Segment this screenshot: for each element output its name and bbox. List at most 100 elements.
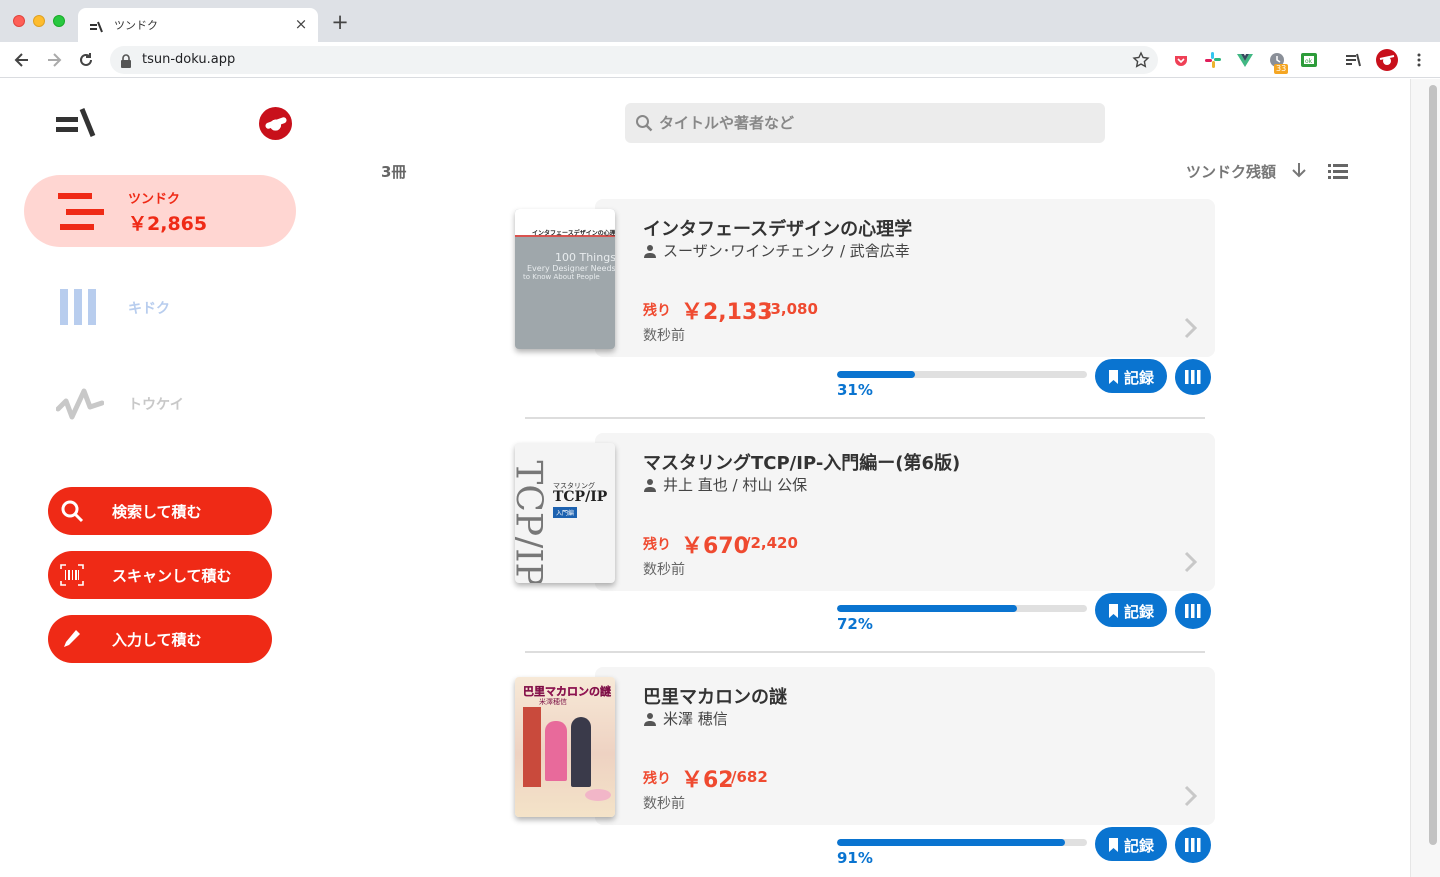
back-arrow-icon[interactable] xyxy=(12,50,32,70)
bookshelf-icon xyxy=(60,289,100,329)
chevron-right-icon[interactable] xyxy=(1183,551,1198,577)
nav-toukei[interactable]: トウケイ xyxy=(24,367,296,439)
browser-tab[interactable]: ツンドク × xyxy=(78,8,318,42)
cover-name: TCP/IP xyxy=(553,489,608,505)
sort-down-arrow-icon[interactable] xyxy=(1290,161,1308,183)
record-button[interactable]: 記録 xyxy=(1095,593,1167,627)
author-names: 井上 直也 / 村山 公保 xyxy=(663,476,808,494)
input-and-add-button[interactable]: 入力して積む xyxy=(48,615,272,663)
bookmark-icon xyxy=(1108,603,1119,622)
cover-sub: 入門編 xyxy=(553,507,578,518)
search-icon xyxy=(635,114,653,136)
book-title: インタフェースデザインの心理学 xyxy=(643,219,913,240)
page-scrollbar[interactable] xyxy=(1410,79,1440,877)
nav-toukei-label: トウケイ xyxy=(128,397,184,413)
browser-menu-icon[interactable] xyxy=(1410,51,1428,69)
nav-tsundoku-amount: ￥2,865 xyxy=(128,213,208,235)
record-button[interactable]: 記録 xyxy=(1095,827,1167,861)
pocket-extension-icon[interactable] xyxy=(1172,51,1190,69)
reading-progress-bar xyxy=(837,839,1087,846)
book-count: 3冊 xyxy=(381,163,407,181)
book-cover[interactable]: 巴里マカロンの謎 米澤穂信 xyxy=(515,677,615,817)
slack-extension-icon[interactable] xyxy=(1204,51,1222,69)
book-title: マスタリングTCP/IP-入門編ー(第6版) xyxy=(643,453,961,474)
reading-progress-bar xyxy=(837,605,1087,612)
cover-title: 巴里マカロンの謎 xyxy=(523,685,611,698)
author-names: スーザン･ワインチェンク / 武舎広幸 xyxy=(663,242,910,260)
book-cover[interactable]: TCP/IP マスタリング TCP/IP 入門編 xyxy=(515,443,615,583)
author-names: 米澤 穂信 xyxy=(663,710,728,728)
added-time: 数秒前 xyxy=(643,796,685,812)
tsundoku-stack-icon xyxy=(58,193,104,235)
pencil-icon xyxy=(60,627,84,651)
cover-line: 100 Things xyxy=(555,251,615,264)
reading-progress-fill xyxy=(837,839,1065,846)
book-search xyxy=(625,103,1105,143)
tsundoku-favicon-icon xyxy=(90,18,104,37)
search-icon xyxy=(60,499,84,523)
address-bar[interactable]: tsun-doku.app xyxy=(110,46,1158,74)
total-price: /3,080 xyxy=(765,300,818,318)
reading-list-icon[interactable] xyxy=(1344,51,1362,69)
nav-kidoku-label: キドク xyxy=(128,301,170,317)
record-button[interactable]: 記録 xyxy=(1095,359,1167,393)
bookmark-icon xyxy=(1108,837,1119,856)
book-title: 巴里マカロンの謎 xyxy=(643,687,787,708)
chevron-right-icon[interactable] xyxy=(1183,785,1198,811)
remain-label: 残り xyxy=(643,537,671,553)
extension-badge: 33 xyxy=(1274,64,1289,74)
search-and-add-button[interactable]: 検索して積む xyxy=(48,487,272,535)
tsundoku-logo-icon[interactable] xyxy=(56,108,96,142)
divider xyxy=(525,417,1205,419)
bookmark-star-icon[interactable] xyxy=(1132,51,1150,73)
tab-close-icon[interactable]: × xyxy=(292,15,310,33)
bookmark-icon xyxy=(1108,369,1119,388)
reading-progress-fill xyxy=(837,371,915,378)
mark-as-read-button[interactable] xyxy=(1175,593,1211,629)
nav-kidoku[interactable]: キドク xyxy=(24,271,296,343)
close-window-button[interactable] xyxy=(13,15,25,27)
reload-icon[interactable] xyxy=(76,50,96,70)
maximize-window-button[interactable] xyxy=(53,15,65,27)
browser-toolbar: tsun-doku.app ok xyxy=(0,42,1440,78)
person-icon xyxy=(643,477,657,496)
cover-line: Every Designer Needs xyxy=(527,264,615,273)
green-extension-icon[interactable]: ok xyxy=(1300,51,1318,69)
list-view-icon[interactable] xyxy=(1328,163,1348,185)
nav-tsundoku-label: ツンドク xyxy=(128,192,181,207)
book-list-item: TCP/IP マスタリング TCP/IP 入門編 マスタリングTCP/IP-入門… xyxy=(515,433,1215,667)
record-label: 記録 xyxy=(1124,369,1155,387)
sort-selector[interactable]: ツンドク残額 xyxy=(1186,161,1276,182)
tab-title: ツンドク xyxy=(114,19,158,32)
book-list-item: インタフェースデザインの心理学 100 Things Every Designe… xyxy=(515,199,1215,433)
scan-and-add-button[interactable]: スキャンして積む xyxy=(48,551,272,599)
book-search-input[interactable] xyxy=(659,103,1089,143)
reading-progress-percent: 31% xyxy=(837,381,873,399)
vue-devtools-extension-icon[interactable] xyxy=(1236,51,1254,69)
remain-label: 残り xyxy=(643,771,671,787)
mark-as-read-button[interactable] xyxy=(1175,827,1211,863)
user-avatar[interactable] xyxy=(259,107,292,140)
search-and-add-label: 検索して積む xyxy=(112,503,202,521)
added-time: 数秒前 xyxy=(643,328,685,344)
barcode-scan-icon xyxy=(60,563,84,587)
reading-progress-bar xyxy=(837,371,1087,378)
chevron-right-icon[interactable] xyxy=(1183,317,1198,343)
scrollbar-thumb[interactable] xyxy=(1429,85,1437,845)
forward-arrow-icon[interactable] xyxy=(44,50,64,70)
total-price: /682 xyxy=(731,768,768,786)
remain-label: 残り xyxy=(643,303,671,319)
app-main: ツンドク ￥2,865 キドク トウケイ 検索して積む スキャンして積む 入力し… xyxy=(0,79,1410,877)
reading-progress-fill xyxy=(837,605,1017,612)
minimize-window-button[interactable] xyxy=(33,15,45,27)
new-tab-button[interactable]: + xyxy=(329,11,351,33)
remain-amount: ￥670 xyxy=(681,534,749,559)
cover-big-text: TCP/IP xyxy=(515,460,549,583)
input-and-add-label: 入力して積む xyxy=(112,631,202,649)
book-list-item: 巴里マカロンの謎 米澤穂信 巴里マカロンの謎 米澤 穂信 残り ￥62 /682… xyxy=(515,667,1215,877)
profile-avatar-icon[interactable] xyxy=(1376,49,1398,71)
stats-pulse-icon xyxy=(55,387,105,425)
nav-tsundoku[interactable]: ツンドク ￥2,865 xyxy=(24,175,296,247)
book-cover[interactable]: インタフェースデザインの心理学 100 Things Every Designe… xyxy=(515,209,615,349)
mark-as-read-button[interactable] xyxy=(1175,359,1211,395)
